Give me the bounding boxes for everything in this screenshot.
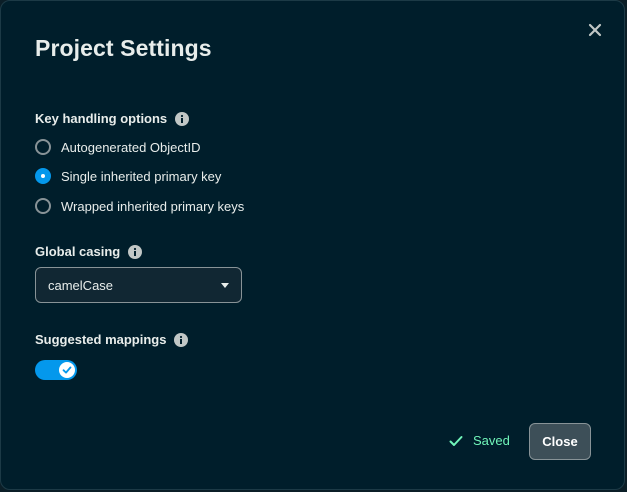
radio-button[interactable] bbox=[35, 198, 51, 214]
global-casing-value: camelCase bbox=[48, 277, 114, 293]
radio-autogenerated-objectid[interactable]: Autogenerated ObjectID bbox=[35, 139, 200, 155]
radio-label: Single inherited primary key bbox=[61, 168, 222, 184]
saved-label: Saved bbox=[473, 433, 510, 448]
suggested-mappings-heading: Suggested mappings bbox=[35, 332, 189, 347]
close-button[interactable]: Close bbox=[529, 423, 591, 460]
radio-label: Autogenerated ObjectID bbox=[61, 139, 201, 155]
info-icon[interactable] bbox=[175, 111, 190, 126]
radio-label: Wrapped inherited primary keys bbox=[61, 198, 245, 214]
global-casing-heading: Global casing bbox=[35, 244, 143, 259]
radio-wrapped-inherited-primary-keys[interactable]: Wrapped inherited primary keys bbox=[35, 198, 244, 214]
suggested-mappings-label: Suggested mappings bbox=[35, 332, 167, 347]
radio-button[interactable] bbox=[35, 139, 51, 155]
close-icon[interactable] bbox=[588, 23, 602, 37]
radio-button[interactable] bbox=[35, 168, 51, 184]
global-casing-select[interactable]: camelCase bbox=[35, 267, 242, 303]
dialog-title: Project Settings bbox=[35, 35, 212, 61]
saved-status: Saved bbox=[449, 433, 510, 448]
radio-single-inherited-primary-key[interactable]: Single inherited primary key bbox=[35, 168, 221, 184]
project-settings-modal: Project Settings Key handling options Au… bbox=[0, 0, 625, 490]
caret-down-icon bbox=[221, 282, 229, 288]
global-casing-label: Global casing bbox=[35, 244, 121, 259]
info-icon[interactable] bbox=[128, 244, 143, 259]
check-icon bbox=[449, 435, 463, 446]
info-icon[interactable] bbox=[174, 332, 189, 347]
suggested-mappings-toggle[interactable] bbox=[35, 360, 77, 380]
check-icon bbox=[62, 366, 72, 374]
toggle-knob bbox=[59, 362, 75, 378]
key-handling-heading: Key handling options bbox=[35, 111, 190, 126]
key-handling-label: Key handling options bbox=[35, 111, 168, 126]
